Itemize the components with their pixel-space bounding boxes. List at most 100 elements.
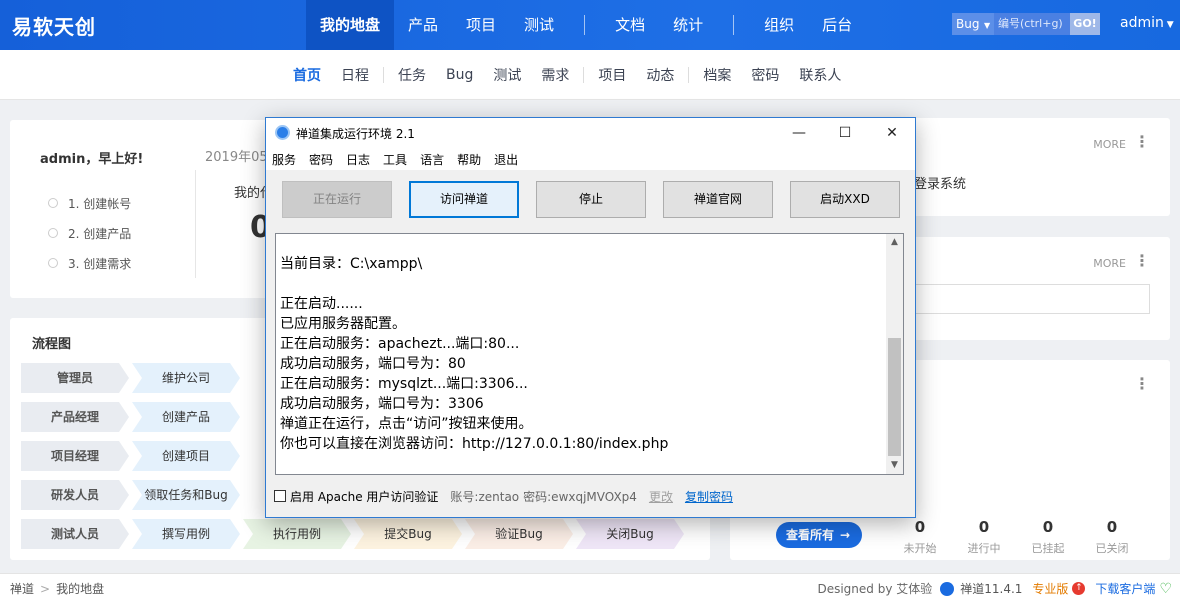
- window-menubar: 服务 密码 日志 工具 语言 帮助 退出: [266, 148, 915, 170]
- apache-auth-checkbox[interactable]: [274, 490, 286, 502]
- subnav-divider: [583, 67, 585, 83]
- subnav-dynamic[interactable]: 动态: [636, 65, 684, 85]
- scrollbar-thumb[interactable]: [888, 338, 901, 456]
- view-all-button[interactable]: 查看所有 →: [776, 522, 862, 548]
- change-password-link[interactable]: 更改: [649, 488, 673, 505]
- upgrade-icon[interactable]: ↑: [1072, 582, 1086, 595]
- flow-action[interactable]: 提交Bug: [354, 519, 462, 549]
- zentao-runtime-window: 禅道集成运行环境 2.1 — ☐ ✕ 服务 密码 日志 工具 语言 帮助 退出 …: [265, 117, 916, 518]
- tutorial-step[interactable]: 1. 创建帐号: [48, 188, 131, 218]
- log-output[interactable]: 当前目录：C:\xampp\ 正在启动...... 已应用服务器配置。 正在启动…: [275, 233, 904, 475]
- flow-role: 项目经理: [21, 441, 129, 471]
- tutorial-step[interactable]: 2. 创建产品: [48, 218, 131, 248]
- stat-label: 已关闭: [1095, 542, 1129, 555]
- more-link[interactable]: MORE: [1093, 138, 1126, 151]
- flow-row: 产品经理 创建产品: [21, 402, 243, 432]
- apache-auth-label[interactable]: 启用 Apache 用户访问验证: [290, 488, 438, 505]
- subnav-story[interactable]: 需求: [531, 65, 579, 85]
- menu-tools[interactable]: 工具: [383, 151, 407, 168]
- subnav-home[interactable]: 首页: [283, 65, 331, 85]
- user-menu[interactable]: admin ▼: [1120, 15, 1174, 31]
- footer-right: Designed by 艾体验 禅道11.4.1 专业版 ↑ 下载客户端 ♡: [817, 580, 1172, 597]
- flow-action[interactable]: 创建项目: [132, 441, 240, 471]
- flow-row: 管理员 维护公司: [21, 363, 243, 393]
- minimize-icon[interactable]: —: [776, 118, 822, 148]
- nav-report[interactable]: 统计: [659, 0, 717, 50]
- flow-action[interactable]: 领取任务和Bug: [132, 480, 240, 510]
- breadcrumb-item[interactable]: 我的地盘: [56, 582, 104, 596]
- window-footer: 启用 Apache 用户访问验证 账号:zentao 密码:ewxqjMVOXp…: [274, 486, 907, 506]
- menu-exit[interactable]: 退出: [494, 151, 518, 168]
- subnav-test[interactable]: 测试: [483, 65, 531, 85]
- flow-action[interactable]: 维护公司: [132, 363, 240, 393]
- menu-service[interactable]: 服务: [272, 151, 296, 168]
- start-xxd-button[interactable]: 启动XXD: [790, 181, 900, 218]
- stat-item[interactable]: 0 已关闭: [1080, 518, 1144, 556]
- breadcrumb-item[interactable]: 禅道: [10, 582, 34, 596]
- maximize-icon[interactable]: ☐: [822, 118, 868, 148]
- subnav-divider: [688, 67, 690, 83]
- flow-action[interactable]: 撰写用例: [132, 519, 240, 549]
- pro-edition-link[interactable]: 专业版: [1032, 580, 1068, 597]
- nav-my-dashboard[interactable]: 我的地盘: [306, 0, 395, 50]
- search-type-select[interactable]: Bug ▼: [952, 13, 994, 35]
- nav-test[interactable]: 测试: [510, 0, 568, 50]
- flow-action[interactable]: 创建产品: [132, 402, 240, 432]
- running-status-button[interactable]: 正在运行: [282, 181, 392, 218]
- menu-log[interactable]: 日志: [346, 151, 370, 168]
- stat-item[interactable]: 0 进行中: [952, 518, 1016, 556]
- breadcrumb-separator-icon: >: [40, 582, 51, 596]
- close-icon[interactable]: ✕: [869, 118, 915, 148]
- scroll-down-icon[interactable]: ▼: [886, 457, 903, 474]
- step-dot-icon: [48, 198, 58, 208]
- designed-by[interactable]: Designed by 艾体验: [817, 580, 932, 597]
- subnav-project[interactable]: 项目: [588, 65, 636, 85]
- menu-help[interactable]: 帮助: [457, 151, 481, 168]
- todo-input[interactable]: [914, 284, 1150, 314]
- divider: [195, 170, 196, 278]
- tutorial-step[interactable]: 3. 创建需求: [48, 248, 131, 278]
- stat-item[interactable]: 0 未开始: [888, 518, 952, 556]
- copy-password-link[interactable]: 复制密码: [685, 488, 733, 505]
- dynamic-item: 登录系统: [914, 177, 967, 192]
- more-link[interactable]: MORE: [1093, 257, 1126, 270]
- stat-item[interactable]: 0 已挂起: [1016, 518, 1080, 556]
- flow-role: 产品经理: [21, 402, 129, 432]
- subnav-profile[interactable]: 档案: [693, 65, 741, 85]
- nav-product[interactable]: 产品: [394, 0, 452, 50]
- search-input[interactable]: 编号(ctrl+g): [994, 13, 1070, 35]
- sub-header: 首页 日程 任务 Bug 测试 需求 项目 动态 档案 密码 联系人: [0, 50, 1180, 100]
- nav-project[interactable]: 项目: [452, 0, 510, 50]
- kebab-menu-icon[interactable]: ⋮: [1134, 376, 1150, 392]
- menu-language[interactable]: 语言: [420, 151, 444, 168]
- subnav-bug[interactable]: Bug: [436, 67, 483, 83]
- flow-action[interactable]: 关闭Bug: [576, 519, 684, 549]
- view-all-label: 查看所有: [786, 528, 835, 542]
- nav-doc[interactable]: 文档: [601, 0, 659, 50]
- search-box: Bug ▼ 编号(ctrl+g) GO!: [952, 13, 1100, 35]
- download-client-link[interactable]: 下载客户端: [1095, 580, 1155, 597]
- brand-logo[interactable]: 易软天创: [12, 11, 96, 40]
- subnav-calendar[interactable]: 日程: [331, 65, 379, 85]
- subnav-contacts[interactable]: 联系人: [789, 65, 851, 85]
- kebab-menu-icon[interactable]: ⋮: [1134, 134, 1150, 150]
- vertical-scrollbar[interactable]: ▲ ▼: [886, 234, 903, 474]
- nav-admin[interactable]: 后台: [808, 0, 866, 50]
- lightbulb-icon[interactable]: ♡: [1159, 581, 1172, 597]
- visit-zentao-button[interactable]: 访问禅道: [409, 181, 519, 218]
- nav-divider: [733, 15, 735, 35]
- scroll-up-icon[interactable]: ▲: [886, 234, 903, 251]
- subnav-task[interactable]: 任务: [388, 65, 436, 85]
- window-titlebar[interactable]: 禅道集成运行环境 2.1 — ☐ ✕: [266, 118, 915, 148]
- log-line: 成功启动服务，端口号为：3306: [280, 396, 484, 412]
- flow-action[interactable]: 验证Bug: [465, 519, 573, 549]
- zentao-website-button[interactable]: 禅道官网: [663, 181, 773, 218]
- subnav-password[interactable]: 密码: [741, 65, 789, 85]
- menu-password[interactable]: 密码: [309, 151, 333, 168]
- nav-company[interactable]: 组织: [750, 0, 808, 50]
- search-go-button[interactable]: GO!: [1070, 13, 1100, 35]
- kebab-menu-icon[interactable]: ⋮: [1134, 253, 1150, 269]
- tutorial-steps: 1. 创建帐号 2. 创建产品 3. 创建需求: [48, 188, 131, 278]
- stop-button[interactable]: 停止: [536, 181, 646, 218]
- flow-action[interactable]: 执行用例: [243, 519, 351, 549]
